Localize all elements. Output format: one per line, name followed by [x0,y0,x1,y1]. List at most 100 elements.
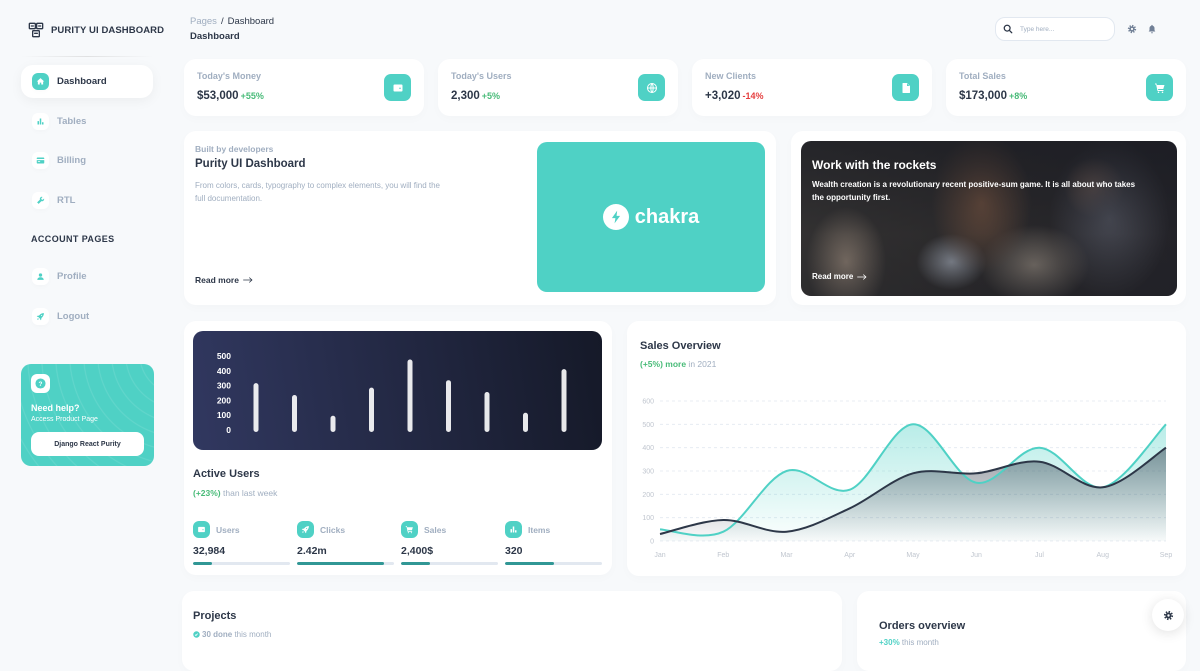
check-circle-icon [193,631,200,638]
stat-card-sales: Total Sales $173,000 +8% [946,59,1186,116]
sidebar-item-billing[interactable]: Billing [21,144,153,177]
brand[interactable]: PURITY UI DASHBOARD [28,22,164,38]
help-subtitle: Access Product Page [31,416,98,423]
bar [253,383,259,432]
stat-card-clients: New Clients +3,020 -14% [692,59,932,116]
metric-progress [401,562,498,565]
card-title: Projects [193,610,237,622]
card-title: Orders overview [879,620,966,632]
metric-label: Items [528,524,551,535]
sidebar-item-rtl[interactable]: RTL [21,184,153,217]
x-tick-label: Jan [654,552,665,559]
sidebar-item-profile[interactable]: Profile [21,260,153,293]
y-tick-label: 300 [642,469,654,476]
card-title: Work with the rockets [812,158,937,172]
metric-value: 2.42m [297,545,327,557]
stat-label: Today's Money [197,71,261,81]
sidebar-item-dashboard[interactable]: Dashboard [21,65,153,98]
projects-subtitle-suffix: this month [232,630,272,639]
change-value: (+23%) [193,488,221,498]
metric-progress [193,562,290,565]
wrench-icon [32,192,49,209]
metric-users: Users 32,984 [193,521,290,565]
x-tick-label: Jun [971,552,982,559]
wallet-icon [193,521,210,538]
stat-value: $53,000 [197,90,239,102]
read-more-link[interactable]: Read more [195,275,253,285]
breadcrumb-separator: / [220,16,224,27]
documentation-button[interactable]: Django React Purity [31,432,144,456]
sidebar-item-logout[interactable]: Logout [21,300,153,333]
stat-value: $173,000 [959,90,1007,102]
change-value: +30% [879,638,900,647]
active-users-chart-panel: 0 100 200 300 400 500 [193,331,602,450]
arrow-right-icon [243,276,253,284]
stat-label: Today's Users [451,71,512,81]
x-tick-label: Apr [844,552,856,559]
wallet-icon [384,74,411,101]
sidebar-item-label: Profile [57,271,87,282]
y-tick-label: 200 [642,492,654,499]
metric-clicks: Clicks 2.42m [297,521,394,565]
metric-progress-fill [193,562,213,565]
help-card: ? Need help? Access Product Page Django … [21,364,154,466]
bar [446,380,451,432]
sales-overview-chart: 0 100 200 300 400 500 600 Jan Feb Mar Apr May Jun Jul… [642,399,1173,560]
change-suffix: than last week [220,488,278,498]
x-tick-label: Sep [1160,552,1173,559]
team-photo: Work with the rockets Wealth creation is… [801,141,1177,296]
document-icon [892,74,919,101]
y-tick-label: 500 [642,422,654,429]
card-description: Wealth creation is a revolutionary recen… [812,180,1136,202]
bar [561,369,567,432]
gear-icon[interactable] [1127,24,1137,34]
metric-progress-fill [297,562,385,565]
sidebar-item-tables[interactable]: Tables [21,105,153,138]
change-suffix: this month [899,638,939,647]
projects-done-count: 30 done [202,630,233,639]
rocket-icon [32,308,49,325]
logo-icon [28,22,44,38]
breadcrumb-current: Dashboard [227,16,275,27]
y-tick-label: 400 [642,445,654,452]
svg-text:?: ? [39,381,43,388]
metric-progress-fill [505,562,554,565]
stat-value: 2,300 [451,90,480,102]
sidebar-item-label: RTL [57,195,76,206]
stat-change: +8% [1008,91,1028,101]
person-icon [32,268,49,285]
search-icon [1003,24,1013,34]
metric-value: 320 [505,545,523,557]
breadcrumb: Pages / Dashboard [190,16,274,27]
metric-value: 32,984 [193,545,226,557]
stat-card-money: Today's Money $53,000 +55% [184,59,424,116]
chakra-logo-panel: chakra [537,142,765,292]
search-input[interactable] [1020,25,1105,33]
read-more-link[interactable]: Read more [812,272,867,281]
metric-label: Sales [424,524,447,535]
y-tick-label: 100 [217,410,231,420]
search-box[interactable] [995,17,1115,41]
orders-overview-card: Orders overview +30% this month [857,591,1186,671]
stat-change: +5% [481,91,501,101]
stat-value: +3,020 [705,90,741,102]
bar [369,387,374,432]
bar [407,359,413,432]
read-more-label: Read more [812,272,854,281]
bell-icon[interactable] [1147,24,1157,34]
breadcrumb-parent[interactable]: Pages [190,16,217,27]
x-tick-label: Jul [1035,552,1044,559]
metric-value: 2,400$ [401,545,434,557]
account-pages-heading: ACCOUNT PAGES [31,234,115,244]
metric-progress [505,562,602,565]
gear-icon [1163,610,1174,621]
metric-sales: Sales 2,400$ [401,521,498,565]
metric-label: Clicks [320,524,346,535]
rocket-icon [297,521,314,538]
sidebar-item-label: Logout [57,311,90,322]
card-kicker: Built by developers [195,144,274,154]
x-tick-label: Aug [1097,552,1110,559]
sidebar-item-label: Billing [57,155,87,166]
configurator-button[interactable] [1152,599,1184,631]
cart-icon [401,521,418,538]
